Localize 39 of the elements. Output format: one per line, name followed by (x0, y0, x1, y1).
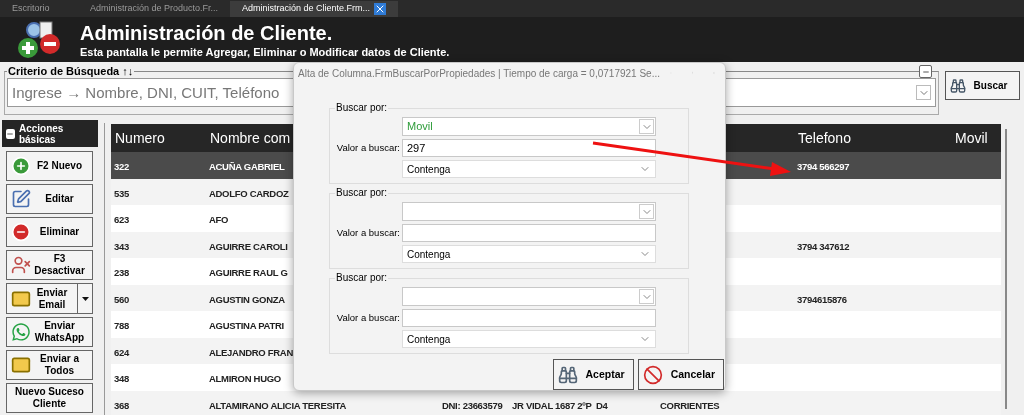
table-cell: 623 (114, 214, 129, 226)
table-cell: ALEJANDRO FRAN (209, 346, 293, 358)
table-cell: CORRIENTES (660, 399, 720, 411)
table-cell: AGUIRRE RAUL G (209, 267, 288, 279)
page-title: Administración de Cliente. (80, 20, 334, 45)
table-cell: 535 (114, 187, 129, 199)
table-cell: AFO (209, 214, 229, 226)
dialog-title: Alta de Columna.FrmBuscarPorPropiedades | Tiempo de carga = 0,0717921 Se... (298, 66, 660, 81)
table-cell: 3794 347612 (797, 240, 850, 252)
table-cell: ALMIRON HUGO (209, 373, 281, 385)
table-cell: 560 (114, 293, 129, 305)
table-cell: 348 (114, 373, 129, 385)
table-cell: 624 (114, 346, 129, 358)
table-cell: ADOLFO CARDOZ (209, 187, 289, 199)
table-cell: ACUÑA GABRIEL (209, 161, 285, 173)
dropdown-value: Contenga (406, 162, 452, 177)
dropdown-value: Movil (406, 121, 434, 132)
table-cell: ALTAMIRANO ALICIA TERESITA (209, 399, 347, 411)
table-cell: DNI: 23663579 (442, 399, 503, 411)
table-cell: 343 (114, 240, 129, 252)
table-cell: 3794615876 (797, 293, 847, 305)
page-subtitle: Esta pantalla le permite Agregar, Eliminar o Modificar datos de Cliente. (80, 44, 450, 59)
table-cell: 238 (114, 267, 129, 279)
field-label: Valor a buscar: (335, 310, 400, 325)
table-cell: AGUSTINA PATRI (209, 320, 284, 332)
group-label: Buscar por: (335, 272, 389, 284)
group-label: Buscar por: (335, 102, 389, 114)
table-cell: 322 (114, 161, 129, 173)
panel-title: Acciones básicas (18, 122, 65, 145)
table-cell: AGUSTIN GONZA (209, 293, 285, 305)
field-label: Valor a buscar: (335, 140, 400, 155)
table-cell: 788 (114, 320, 129, 332)
table-cell: JR VIDAL 1687 2ºP D4 (512, 399, 608, 411)
table-cell: 3794 566297 (797, 161, 850, 173)
table-cell: 368 (114, 399, 129, 411)
dropdown-value: Contenga (406, 247, 452, 262)
group-label: Buscar por: (335, 187, 389, 199)
group-label: Criterio de Búsqueda ↑↓ (7, 64, 135, 78)
table-cell: AGUIRRE CAROLI (209, 240, 288, 252)
